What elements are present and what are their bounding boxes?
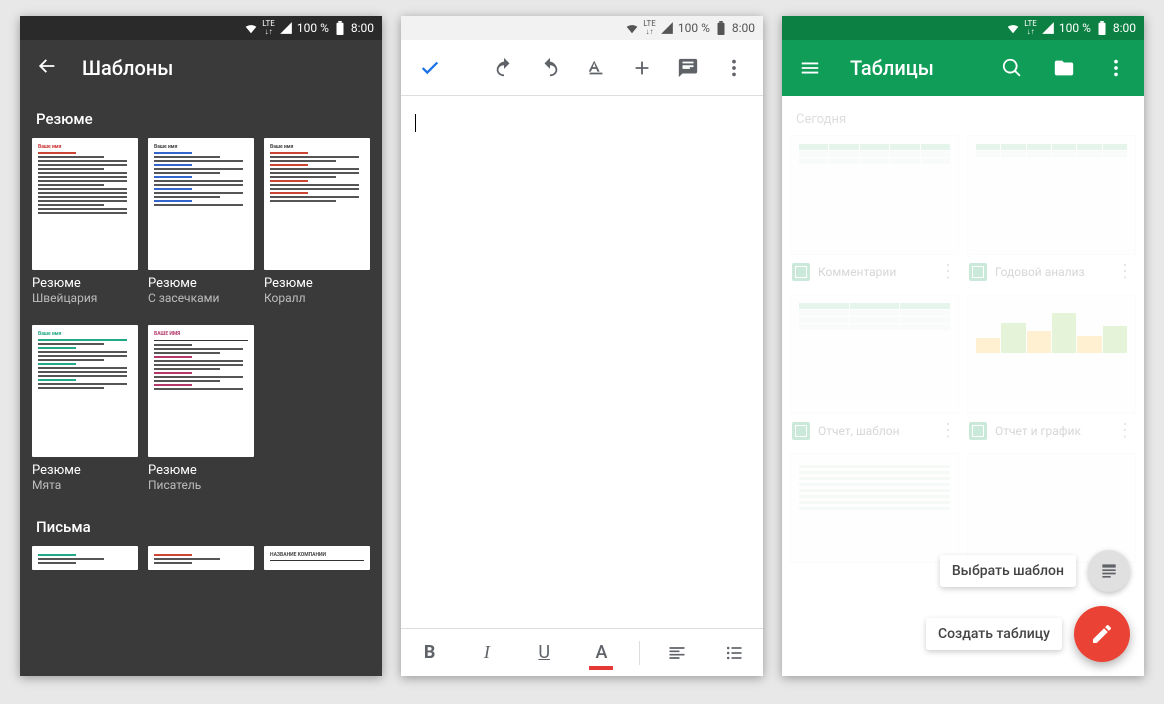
template-row: Ваше имя Резюме Мята ВАШЕ ИМЯ Резюме Пис… bbox=[32, 325, 370, 492]
signal-icon bbox=[1041, 21, 1055, 35]
fab-label-create: Создать таблицу bbox=[926, 618, 1062, 650]
status-bar: LTE↓↑ 100 % 8:00 bbox=[782, 16, 1144, 40]
template-icon[interactable] bbox=[1088, 550, 1130, 592]
template-title: Резюме bbox=[32, 463, 138, 478]
network-label: LTE↓↑ bbox=[1024, 20, 1037, 36]
fab-label-template: Выбрать шаблон bbox=[940, 555, 1076, 587]
template-row: НАЗВАНИЕ КОМПАНИИ bbox=[32, 546, 370, 570]
template-title: Резюме bbox=[148, 276, 254, 291]
appbar-title: Шаблоны bbox=[82, 56, 173, 80]
template-title: Резюме bbox=[148, 463, 254, 478]
network-label: LTE↓↑ bbox=[262, 20, 275, 36]
clock-label: 8:00 bbox=[351, 21, 374, 35]
doc-editor-screen: LTE↓↑ 100 % 8:00 B I U A bbox=[401, 16, 763, 676]
fab-action-template[interactable]: Выбрать шаблон bbox=[940, 550, 1130, 592]
template-thumb: НАЗВАНИЕ КОМПАНИИ bbox=[264, 546, 370, 570]
signal-icon bbox=[660, 21, 674, 35]
template-thumb: Ваше имя bbox=[264, 138, 370, 270]
template-subtitle: Швейцария bbox=[32, 291, 138, 305]
network-label: LTE↓↑ bbox=[643, 20, 656, 36]
template-thumb bbox=[148, 546, 254, 570]
battery-icon bbox=[333, 21, 347, 35]
toolbar-divider bbox=[639, 641, 640, 665]
italic-button[interactable]: I bbox=[467, 633, 507, 673]
template-thumb: Ваше имя bbox=[32, 325, 138, 457]
underline-button[interactable]: U bbox=[524, 633, 564, 673]
template-row: Ваше имя Резюме Швейцария Ваше имя Резюм… bbox=[32, 138, 370, 305]
templates-content: Резюме Ваше имя Резюме Швейцария Ваше им… bbox=[20, 96, 382, 578]
template-item[interactable]: ВАШЕ ИМЯ Резюме Писатель bbox=[148, 325, 254, 492]
status-bar: LTE↓↑ 100 % 8:00 bbox=[401, 16, 763, 40]
folder-icon[interactable] bbox=[1044, 48, 1084, 88]
appbar-title: Таблицы bbox=[850, 56, 980, 80]
list-button[interactable] bbox=[714, 633, 754, 673]
battery-icon bbox=[1095, 21, 1109, 35]
appbar: Таблицы bbox=[782, 40, 1144, 96]
section-resume-title: Резюме bbox=[36, 110, 366, 128]
accept-icon[interactable] bbox=[407, 45, 453, 91]
template-item[interactable] bbox=[148, 546, 254, 570]
align-button[interactable] bbox=[657, 633, 697, 673]
text-color-button[interactable]: A bbox=[581, 633, 621, 673]
undo-icon[interactable] bbox=[481, 45, 527, 91]
sheets-body: Сегодня Комментарии ⋮ bbox=[782, 96, 1144, 676]
clock-label: 8:00 bbox=[1113, 21, 1136, 35]
editor-toolbar-bottom: B I U A bbox=[401, 628, 763, 676]
search-icon[interactable] bbox=[992, 48, 1032, 88]
section-letters-title: Письма bbox=[36, 518, 366, 536]
template-item[interactable]: Ваше имя Резюме С засечками bbox=[148, 138, 254, 305]
templates-screen: LTE↓↑ 100 % 8:00 Шаблоны Резюме Ваше имя… bbox=[20, 16, 382, 676]
template-subtitle: Мята bbox=[32, 478, 138, 492]
template-thumb bbox=[32, 546, 138, 570]
wifi-icon bbox=[625, 21, 639, 35]
redo-icon[interactable] bbox=[527, 45, 573, 91]
signal-icon bbox=[279, 21, 293, 35]
template-item[interactable] bbox=[32, 546, 138, 570]
comment-icon[interactable] bbox=[665, 45, 711, 91]
clock-label: 8:00 bbox=[732, 21, 755, 35]
template-subtitle: С засечками bbox=[148, 291, 254, 305]
document-canvas[interactable] bbox=[401, 96, 763, 628]
template-subtitle: Писатель bbox=[148, 478, 254, 492]
appbar: Шаблоны bbox=[20, 40, 382, 96]
editor-toolbar-top bbox=[401, 40, 763, 96]
template-title: Резюме bbox=[32, 276, 138, 291]
more-vert-icon[interactable] bbox=[711, 45, 757, 91]
template-subtitle: Коралл bbox=[264, 291, 370, 305]
battery-label: 100 % bbox=[1059, 21, 1091, 35]
template-item[interactable]: НАЗВАНИЕ КОМПАНИИ bbox=[264, 546, 370, 570]
text-format-icon[interactable] bbox=[573, 45, 619, 91]
back-icon[interactable] bbox=[36, 55, 58, 82]
fab-speed-dial: Выбрать шаблон Создать таблицу bbox=[926, 550, 1130, 662]
bold-button[interactable]: B bbox=[410, 633, 450, 673]
plus-icon[interactable] bbox=[619, 45, 665, 91]
create-fab[interactable] bbox=[1074, 606, 1130, 662]
sheets-screen: LTE↓↑ 100 % 8:00 Таблицы Сегодня Коммент… bbox=[782, 16, 1144, 676]
wifi-icon bbox=[244, 21, 258, 35]
status-bar: LTE↓↑ 100 % 8:00 bbox=[20, 16, 382, 40]
wifi-icon bbox=[1006, 21, 1020, 35]
text-cursor bbox=[415, 114, 416, 132]
template-thumb: Ваше имя bbox=[148, 138, 254, 270]
template-thumb: ВАШЕ ИМЯ bbox=[148, 325, 254, 457]
more-vert-icon[interactable] bbox=[1096, 48, 1136, 88]
template-item[interactable]: Ваше имя Резюме Коралл bbox=[264, 138, 370, 305]
battery-label: 100 % bbox=[297, 21, 329, 35]
template-item[interactable]: Ваше имя Резюме Швейцария bbox=[32, 138, 138, 305]
template-item[interactable]: Ваше имя Резюме Мята bbox=[32, 325, 138, 492]
battery-icon bbox=[714, 21, 728, 35]
battery-label: 100 % bbox=[678, 21, 710, 35]
template-title: Резюме bbox=[264, 276, 370, 291]
hamburger-icon[interactable] bbox=[790, 48, 830, 88]
fab-action-create[interactable]: Создать таблицу bbox=[926, 606, 1130, 662]
template-thumb: Ваше имя bbox=[32, 138, 138, 270]
